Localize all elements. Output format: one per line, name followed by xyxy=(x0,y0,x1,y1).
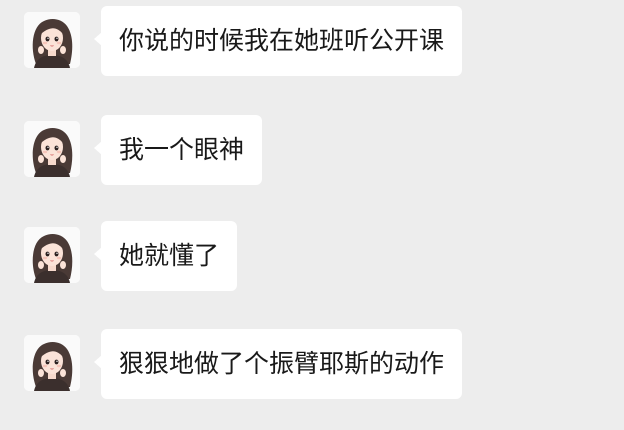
message-row: 她就懂了 xyxy=(0,221,624,299)
message-row: 你说的时候我在她班听公开课 xyxy=(0,6,624,84)
message-bubble[interactable]: 狠狠地做了个振臂耶斯的动作 xyxy=(93,329,463,399)
message-bubble[interactable]: 她就懂了 xyxy=(93,221,238,291)
message-bubble[interactable]: 我一个眼神 xyxy=(93,115,263,185)
girl-avatar[interactable] xyxy=(24,335,80,391)
message-row: 我一个眼神 xyxy=(0,115,624,193)
message-bubble[interactable]: 你说的时候我在她班听公开课 xyxy=(93,6,463,76)
avatar-icon xyxy=(24,121,80,177)
avatar-icon xyxy=(24,227,80,283)
avatar-icon xyxy=(24,12,80,68)
girl-avatar[interactable] xyxy=(24,227,80,283)
girl-avatar[interactable] xyxy=(24,12,80,68)
message-row: 狠狠地做了个振臂耶斯的动作 xyxy=(0,329,624,407)
girl-avatar[interactable] xyxy=(24,121,80,177)
avatar-icon xyxy=(24,335,80,391)
